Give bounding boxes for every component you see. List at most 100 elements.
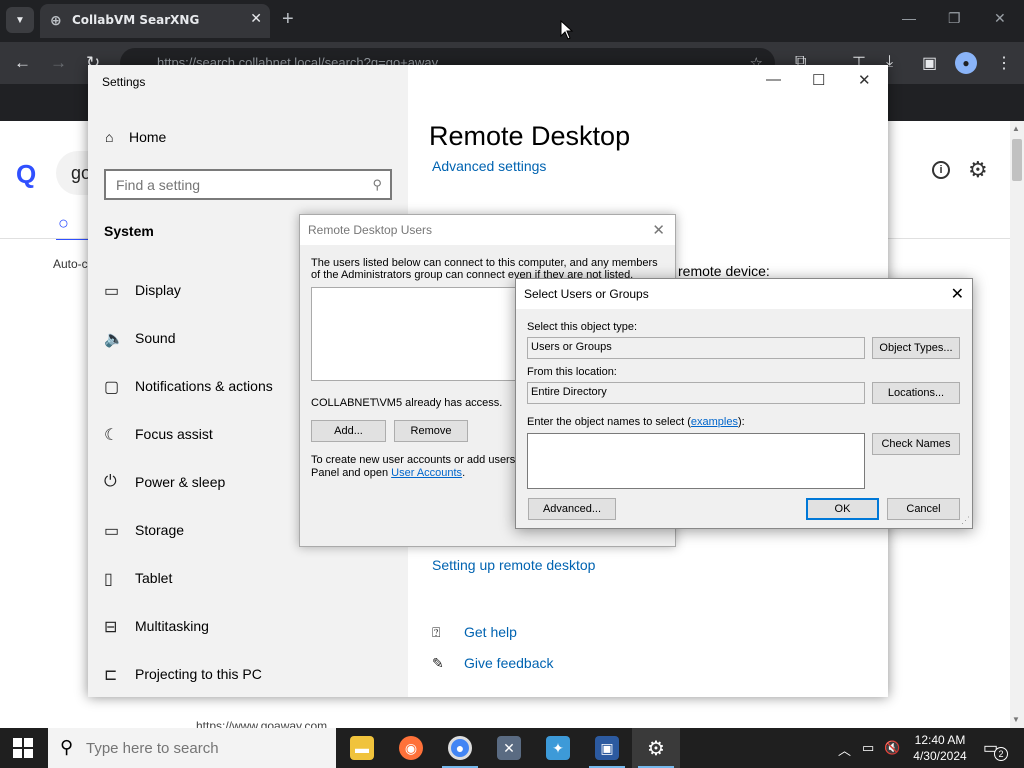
gear-icon[interactable]: ⚙ [968, 157, 988, 183]
clock-date: 4/30/2024 [913, 749, 967, 763]
tray-chevron-icon[interactable]: ︿ [838, 740, 851, 759]
taskbar-clock[interactable]: 12:40 AM 4/30/2024 [904, 732, 976, 764]
nav-item-projecting[interactable]: ⊏ Projecting to this PC [104, 665, 394, 691]
page-title: Remote Desktop [429, 121, 631, 151]
object-names-label: Enter the object names to select (exampl… [527, 416, 745, 428]
taskbar-app-5[interactable]: ✦ [534, 728, 582, 768]
network-app-icon: ✕ [497, 736, 521, 760]
user-accounts-link[interactable]: User Accounts [391, 467, 462, 479]
taskbar-file-explorer[interactable]: ▬ [338, 728, 386, 768]
forward-icon[interactable]: → [50, 53, 67, 73]
web-scroll-thumb[interactable] [1012, 139, 1022, 181]
remote-device-text: remote device: [678, 263, 770, 279]
browser-close-icon[interactable]: ✕ [994, 10, 1006, 27]
feedback-icon: ✎ [432, 655, 444, 671]
monitor-icon: ▭ [104, 283, 120, 300]
web-autocomplete: Auto-c [53, 257, 88, 271]
check-names-button[interactable]: Check Names [872, 433, 960, 455]
profile-avatar-icon[interactable]: ● [955, 52, 977, 74]
folder-icon: ▬ [350, 736, 374, 760]
clock-time: 12:40 AM [914, 733, 966, 747]
taskbar-settings[interactable]: ⚙ [632, 728, 680, 768]
cancel-button[interactable]: Cancel [887, 498, 960, 520]
taskbar-app-6[interactable]: ▣ [583, 728, 631, 768]
notification-count-badge: 2 [994, 747, 1008, 761]
info-icon[interactable]: i [932, 161, 950, 179]
object-type-label: Select this object type: [527, 321, 638, 333]
nav-item-tablet[interactable]: ▯ Tablet [104, 569, 394, 595]
taskbar-app-4[interactable]: ✕ [485, 728, 533, 768]
add-user-button[interactable]: Add... [311, 420, 386, 442]
tab-title: CollabVM SearXNG [72, 13, 200, 27]
browser-tab[interactable]: ⊕ CollabVM SearXNG ✕ [40, 4, 270, 38]
help-chat-icon: ⍰ [432, 624, 441, 640]
object-types-button[interactable]: Object Types... [872, 337, 960, 359]
get-help-link[interactable]: ⍰ Get help [432, 624, 517, 641]
mouse-cursor-icon [560, 20, 574, 40]
object-names-input[interactable] [528, 434, 864, 488]
advanced-button[interactable]: Advanced... [528, 498, 616, 520]
location-label: From this location: [527, 366, 617, 378]
rdu-user-list[interactable] [311, 287, 531, 381]
settings-close-icon[interactable]: ✕ [858, 71, 871, 89]
advanced-settings-link[interactable]: Advanced settings [432, 158, 546, 174]
give-feedback-link[interactable]: ✎ Give feedback [432, 655, 554, 672]
web-scrollbar[interactable] [1010, 121, 1024, 728]
home-icon: ⌂ [105, 129, 114, 145]
sug-titlebar[interactable]: Select Users or Groups ✕ [516, 279, 972, 309]
locations-button[interactable]: Locations... [872, 382, 960, 404]
volume-muted-icon[interactable]: 🔇 [884, 740, 900, 756]
taskbar-search[interactable]: ⚲ [48, 728, 336, 768]
select-users-dialog: Select Users or Groups ✕ Select this obj… [515, 278, 973, 529]
taskbar-chrome[interactable]: ● [436, 728, 484, 768]
browser-tab-strip: ▼ ⊕ CollabVM SearXNG ✕ + — ❐ ✕ [0, 0, 1024, 42]
tab-search-button[interactable]: ▼ [6, 7, 34, 33]
multitasking-icon: ⊟ [104, 619, 118, 636]
close-tab-icon[interactable]: ✕ [250, 11, 262, 27]
sug-close-icon[interactable]: ✕ [951, 284, 964, 304]
browser-restore-icon[interactable]: ❐ [948, 10, 961, 27]
settings-minimize-icon[interactable]: — [766, 71, 781, 88]
find-setting-box[interactable]: ⚲ [104, 169, 392, 200]
rdu-titlebar[interactable]: Remote Desktop Users ✕ [300, 215, 675, 245]
taskbar-firefox[interactable]: ◉ [387, 728, 435, 768]
examples-link[interactable]: examples [691, 416, 738, 428]
browser-minimize-icon[interactable]: — [902, 10, 916, 26]
settings-home-link[interactable]: ⌂ Home [105, 129, 166, 145]
scroll-down-icon[interactable]: ▼ [1012, 715, 1020, 724]
search-icon: ⚲ [372, 177, 382, 192]
rdu-close-icon[interactable]: ✕ [652, 221, 665, 239]
sug-title: Select Users or Groups [524, 287, 649, 301]
side-panel-icon[interactable]: ▣ [922, 53, 937, 73]
searxng-search-icon[interactable]: Q [16, 159, 36, 190]
settings-maximize-icon[interactable]: ☐ [812, 71, 825, 89]
settings-window-title: Settings [102, 75, 146, 89]
search-icon: ⚲ [60, 737, 74, 757]
firefox-icon: ◉ [399, 736, 423, 760]
nav-item-multitasking[interactable]: ⊟ Multitasking [104, 617, 394, 643]
resize-grip-icon[interactable]: ⋰ [961, 515, 970, 526]
taskbar-search-input[interactable] [86, 737, 326, 759]
find-setting-input[interactable] [106, 171, 346, 198]
gear-icon: ⚙ [647, 737, 665, 760]
moon-icon: ☾ [104, 427, 119, 444]
back-icon[interactable]: ← [14, 53, 31, 73]
network-icon[interactable]: ▭ [862, 740, 874, 756]
notification-icon: ▢ [104, 379, 120, 396]
globe-icon: ⊕ [50, 13, 62, 29]
scroll-up-icon[interactable]: ▲ [1012, 124, 1020, 133]
computer-management-icon: ▣ [595, 736, 619, 760]
object-names-box[interactable] [527, 433, 865, 489]
menu-icon[interactable]: ⋮ [996, 53, 1012, 73]
remove-user-button[interactable]: Remove [394, 420, 468, 442]
storage-icon: ▭ [104, 523, 120, 540]
settings-section-title: System [104, 223, 154, 239]
speaker-icon: 🔈 [104, 331, 124, 348]
location-field: Entire Directory [527, 382, 865, 404]
setting-up-remote-desktop-link[interactable]: Setting up remote desktop [432, 557, 595, 573]
rdu-create-text: To create new user accounts or add users… [311, 454, 522, 479]
new-tab-button[interactable]: + [282, 9, 294, 29]
windows-start-icon[interactable] [13, 738, 33, 758]
web-all-tab-icon[interactable]: ○ [58, 213, 69, 234]
ok-button[interactable]: OK [806, 498, 879, 520]
